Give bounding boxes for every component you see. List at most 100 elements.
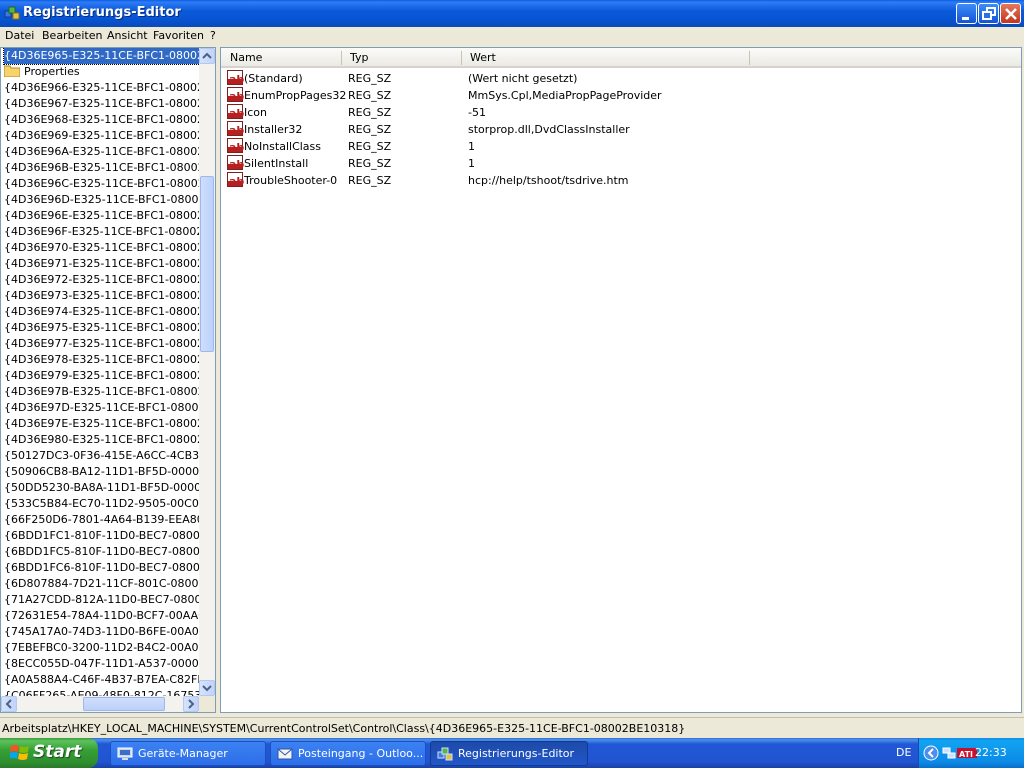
tree-item[interactable]: {745A17A0-74D3-11D0-B6FE-00A0C90F57DA}: [4, 624, 200, 640]
restore-button[interactable]: [978, 3, 999, 24]
column-name-header[interactable]: Name: [221, 48, 341, 66]
tree-item-label: {4D36E975-E325-11CE-BFC1-08002BE10318}: [4, 321, 200, 334]
system-tray: ATI 22:33: [918, 738, 1024, 768]
language-indicator[interactable]: DE: [896, 746, 911, 759]
column-type-header[interactable]: Typ: [341, 48, 461, 66]
tree-item[interactable]: {4D36E970-E325-11CE-BFC1-08002BE10318}: [4, 240, 200, 256]
column-separator[interactable]: [749, 51, 750, 65]
tree-scroll-thumb[interactable]: [200, 176, 214, 352]
tree-item[interactable]: {4D36E977-E325-11CE-BFC1-08002BE10318}: [4, 336, 200, 352]
start-button[interactable]: Start: [0, 738, 98, 768]
status-path: Arbeitsplatz\HKEY_LOCAL_MACHINE\SYSTEM\C…: [2, 722, 686, 735]
value-value: 1: [468, 157, 475, 170]
tree-item[interactable]: {4D36E968-E325-11CE-BFC1-08002BE10318}: [4, 112, 200, 128]
value-row[interactable]: ab NoInstallClass REG_SZ 1: [221, 138, 1021, 155]
tree-item[interactable]: {4D36E967-E325-11CE-BFC1-08002BE10318}: [4, 96, 200, 112]
tree-item[interactable]: {4D36E979-E325-11CE-BFC1-08002BE10318}: [4, 368, 200, 384]
menu-help[interactable]: ?: [206, 28, 220, 44]
value-row[interactable]: ab SilentInstall REG_SZ 1: [221, 155, 1021, 172]
tree-item[interactable]: {4D36E97E-E325-11CE-BFC1-08002BE10318}: [4, 416, 200, 432]
minimize-button[interactable]: [956, 3, 977, 24]
value-value: (Wert nicht gesetzt): [468, 72, 578, 85]
ati-icon[interactable]: ATI: [957, 745, 977, 761]
tree-item[interactable]: {4D36E96C-E325-11CE-BFC1-08002BE10318}: [4, 176, 200, 192]
task-registry-editor[interactable]: Registrierungs-Editor: [430, 741, 588, 766]
value-row[interactable]: ab (Standard) REG_SZ (Wert nicht gesetzt): [221, 70, 1021, 87]
tree-item[interactable]: {6D807884-7D21-11CF-801C-08002BE10318}: [4, 576, 200, 592]
tree-item[interactable]: {4D36E965-E325-11CE-BFC1-08002BE10318}: [3, 48, 201, 65]
network-icon[interactable]: [941, 745, 957, 761]
menu-favoriten[interactable]: Favoriten: [149, 28, 208, 44]
key-tree-pane[interactable]: {4D36E965-E325-11CE-BFC1-08002BE10318} Pr…: [0, 47, 216, 713]
value-type: REG_SZ: [348, 89, 392, 102]
tree-item[interactable]: {4D36E971-E325-11CE-BFC1-08002BE10318}: [4, 256, 200, 272]
value-value: MmSys.Cpl,MediaPropPageProvider: [468, 89, 662, 102]
tree-item[interactable]: {8ECC055D-047F-11D1-A537-0000F8753ED1}: [4, 656, 200, 672]
column-value-header[interactable]: Wert: [461, 48, 749, 66]
tree-item[interactable]: {72631E54-78A4-11D0-BCF7-00AA00B7B32A}: [4, 608, 200, 624]
tree-item[interactable]: {6BDD1FC5-810F-11D0-BEC7-08002BE2092F}: [4, 544, 200, 560]
tree-item[interactable]: {6BDD1FC6-810F-11D0-BEC7-08002BE2092F}: [4, 560, 200, 576]
string-value-icon: ab: [227, 138, 244, 154]
value-row[interactable]: ab EnumPropPages32 REG_SZ MmSys.Cpl,MediaPr…: [221, 87, 1021, 104]
tree-horizontal-scrollbar[interactable]: [1, 696, 199, 712]
value-row[interactable]: ab TroubleShooter-0 REG_SZ hcp://help/tshoo…: [221, 172, 1021, 189]
tree-item[interactable]: {4D36E975-E325-11CE-BFC1-08002BE10318}: [4, 320, 200, 336]
start-label: Start: [33, 742, 82, 762]
tree-item[interactable]: {4D36E96F-E325-11CE-BFC1-08002BE10318}: [4, 224, 200, 240]
menu-datei[interactable]: Datei: [1, 28, 38, 44]
values-list-pane[interactable]: Name Typ Wert ab (Standard) REG_SZ (Wert ni…: [220, 47, 1022, 713]
string-value-icon: ab: [227, 70, 244, 86]
tree-item[interactable]: {4D36E980-E325-11CE-BFC1-08002BE10318}: [4, 432, 200, 448]
tree-item[interactable]: {4D36E96D-E325-11CE-BFC1-08002BE10318}: [4, 192, 200, 208]
scroll-down-button[interactable]: [199, 680, 215, 696]
task-label: Geräte-Manager: [138, 747, 228, 760]
value-row[interactable]: ab Icon REG_SZ -51: [221, 104, 1021, 121]
menu-ansicht[interactable]: Ansicht: [103, 28, 152, 44]
tree-item-label: {8ECC055D-047F-11D1-A537-0000F8753ED1}: [4, 657, 200, 670]
value-row[interactable]: ab Installer32 REG_SZ storprop.dll,DvdClass…: [221, 121, 1021, 138]
tree-item[interactable]: {4D36E966-E325-11CE-BFC1-08002BE10318}: [4, 80, 200, 96]
chevron-left-icon[interactable]: [923, 745, 939, 761]
tree-item-properties[interactable]: Properties: [4, 64, 200, 80]
tree-item-label: {4D36E96C-E325-11CE-BFC1-08002BE10318}: [4, 177, 200, 190]
tree-hscroll-thumb[interactable]: [83, 697, 165, 711]
tree-item-label: {4D36E969-E325-11CE-BFC1-08002BE10318}: [4, 129, 200, 142]
scrollbar-corner: [199, 696, 215, 712]
tree-item[interactable]: {66F250D6-7801-4A64-B139-EEA80A450B24}: [4, 512, 200, 528]
tree-item[interactable]: {4D36E97D-E325-11CE-BFC1-08002BE10318}: [4, 400, 200, 416]
value-type: REG_SZ: [348, 72, 392, 85]
string-value-icon-text: ab: [229, 124, 245, 137]
tree-item[interactable]: {A0A588A4-C46F-4B37-B7EA-C82FE89870C6}: [4, 672, 200, 688]
tree-item[interactable]: {4D36E973-E325-11CE-BFC1-08002BE10318}: [4, 288, 200, 304]
tree-item[interactable]: {50906CB8-BA12-11D1-BF5D-0000F805F530}: [4, 464, 200, 480]
task-outlook[interactable]: Posteingang - Outloo...: [270, 741, 426, 766]
menu-bearbeiten[interactable]: Bearbeiten: [38, 28, 106, 44]
tree-item[interactable]: {4D36E969-E325-11CE-BFC1-08002BE10318}: [4, 128, 200, 144]
tree-item[interactable]: {4D36E974-E325-11CE-BFC1-08002BE10318}: [4, 304, 200, 320]
tree-item-label: {4D36E977-E325-11CE-BFC1-08002BE10318}: [4, 337, 200, 350]
tree-item[interactable]: {50127DC3-0F36-415E-A6CC-4CB3BE910B65}: [4, 448, 200, 464]
tree-item[interactable]: {533C5B84-EC70-11D2-9505-00C04F79DEAF}: [4, 496, 200, 512]
tree-item[interactable]: {4D36E97B-E325-11CE-BFC1-08002BE10318}: [4, 384, 200, 400]
tree-item[interactable]: {7EBEFBC0-3200-11D2-B4C2-00A0C9697D07}: [4, 640, 200, 656]
scroll-right-button[interactable]: [183, 696, 199, 712]
tree-item-label: {7EBEFBC0-3200-11D2-B4C2-00A0C9697D07}: [4, 641, 200, 654]
tree-item[interactable]: {50DD5230-BA8A-11D1-BF5D-0000F805F530}: [4, 480, 200, 496]
tree-item-label: {4D36E978-E325-11CE-BFC1-08002BE10318}: [4, 353, 200, 366]
scroll-up-button[interactable]: [199, 48, 215, 64]
title-bar[interactable]: Registrierungs-Editor: [0, 0, 1024, 27]
task-device-manager[interactable]: Geräte-Manager: [110, 741, 266, 766]
tree-vertical-scrollbar[interactable]: [199, 48, 215, 696]
tree-item[interactable]: {6BDD1FC1-810F-11D0-BEC7-08002BE2092F}: [4, 528, 200, 544]
scroll-left-button[interactable]: [1, 696, 17, 712]
close-button[interactable]: [1000, 3, 1021, 24]
taskbar: Start Geräte-Manager Posteingang - Outlo…: [0, 738, 1024, 768]
tree-item[interactable]: {4D36E96E-E325-11CE-BFC1-08002BE10318}: [4, 208, 200, 224]
tree-item[interactable]: {4D36E972-E325-11CE-BFC1-08002bE10318}: [4, 272, 200, 288]
tree-item[interactable]: {4D36E978-E325-11CE-BFC1-08002BE10318}: [4, 352, 200, 368]
tree-item[interactable]: {4D36E96A-E325-11CE-BFC1-08002BE10318}: [4, 144, 200, 160]
clock[interactable]: 22:33: [975, 746, 1007, 759]
tree-item[interactable]: {4D36E96B-E325-11CE-BFC1-08002BE10318}: [4, 160, 200, 176]
tree-item[interactable]: {71A27CDD-812A-11D0-BEC7-08002BE2092F}: [4, 592, 200, 608]
